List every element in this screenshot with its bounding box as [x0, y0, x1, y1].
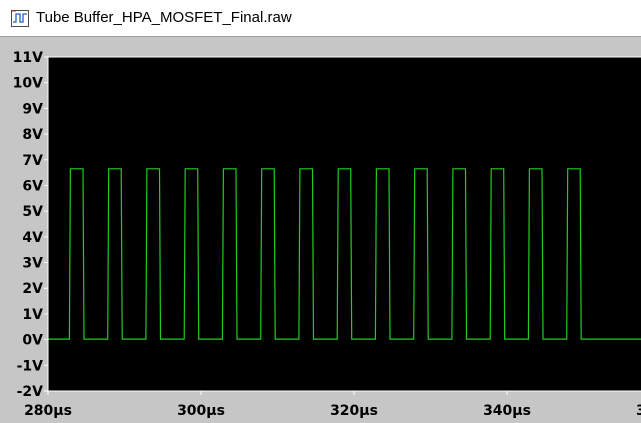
x-tick-label: 280µs: [24, 403, 72, 419]
y-tick-label: 0V: [22, 333, 43, 349]
y-tick-label: 3V: [22, 256, 43, 272]
x-tick-label: 300µs: [177, 403, 225, 419]
y-tick-label: 2V: [22, 281, 43, 297]
y-tick-label: 8V: [22, 127, 43, 143]
waveform-file-icon: [11, 10, 29, 27]
y-tick-label: 10V: [13, 76, 43, 92]
waveform-viewer-window: Tube Buffer_HPA_MOSFET_Final.raw 11V 10V 9…: [0, 0, 641, 423]
y-axis: 11V 10V 9V 8V 7V 6V 5V 4V 3V 2V 1V 0V -1V -2V: [13, 50, 48, 400]
waveform-plot[interactable]: 11V 10V 9V 8V 7V 6V 5V 4V 3V 2V 1V 0V -1V -2V 280µs 30…: [0, 37, 641, 423]
y-tick-label: 7V: [22, 153, 43, 169]
window-title: Tube Buffer_HPA_MOSFET_Final.raw: [36, 9, 292, 26]
y-tick-label: 4V: [22, 230, 43, 246]
y-tick-label: 6V: [22, 178, 43, 194]
y-tick-label: 5V: [22, 204, 43, 220]
y-tick-label: 11V: [13, 50, 43, 66]
x-tick-label: 3: [636, 403, 641, 419]
y-tick-label: 9V: [22, 101, 43, 117]
x-tick-label: 320µs: [330, 403, 378, 419]
x-axis: 280µs 300µs 320µs 340µs 3: [24, 391, 641, 419]
y-tick-label: -2V: [17, 384, 44, 400]
y-tick-label: 1V: [22, 307, 43, 323]
title-bar[interactable]: Tube Buffer_HPA_MOSFET_Final.raw: [0, 0, 641, 37]
plot-background[interactable]: [48, 57, 641, 391]
plot-pane[interactable]: 11V 10V 9V 8V 7V 6V 5V 4V 3V 2V 1V 0V -1V -2V 280µs 30…: [0, 37, 641, 423]
y-tick-label: -1V: [17, 358, 44, 374]
x-tick-label: 340µs: [483, 403, 531, 419]
